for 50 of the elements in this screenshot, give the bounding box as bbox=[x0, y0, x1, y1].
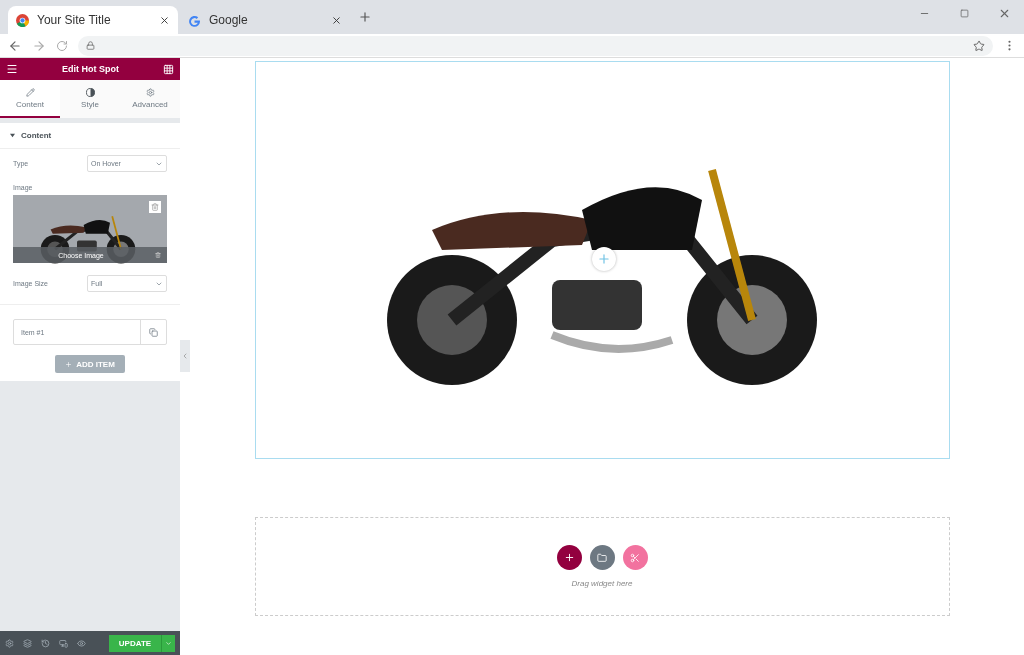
history-icon[interactable] bbox=[41, 638, 50, 648]
new-tab-icon[interactable] bbox=[358, 10, 372, 24]
section-header[interactable]: Content bbox=[0, 123, 180, 149]
menu-icon[interactable] bbox=[6, 63, 18, 75]
tab-title: Google bbox=[209, 13, 249, 27]
back-icon[interactable] bbox=[8, 38, 22, 53]
folder-icon bbox=[597, 552, 607, 563]
cut-button[interactable] bbox=[622, 545, 648, 570]
devices-icon[interactable] bbox=[59, 638, 68, 648]
template-button[interactable] bbox=[589, 545, 615, 570]
preview-icon[interactable] bbox=[77, 638, 86, 648]
g-logo-icon bbox=[188, 13, 201, 27]
panel-title: Edit Hot Spot bbox=[62, 64, 119, 74]
drop-hint: Drag widget here bbox=[571, 579, 633, 588]
collapse-handle[interactable] bbox=[180, 340, 190, 372]
add-section-button[interactable] bbox=[556, 545, 582, 570]
section-title: Content bbox=[21, 131, 52, 140]
maximize-icon bbox=[959, 8, 969, 18]
caret-icon bbox=[10, 133, 15, 138]
contrast-icon bbox=[85, 87, 95, 97]
close-icon[interactable] bbox=[331, 14, 342, 26]
browser-tab[interactable]: Your Site Title bbox=[8, 6, 178, 34]
plus-icon bbox=[563, 552, 575, 563]
settings-icon[interactable] bbox=[5, 638, 14, 648]
copy-icon bbox=[149, 327, 158, 337]
hotspot-button[interactable] bbox=[591, 247, 616, 271]
trash-icon bbox=[151, 203, 159, 211]
layers-icon[interactable] bbox=[23, 638, 32, 648]
plus-icon bbox=[596, 252, 611, 266]
panel-tab[interactable]: Advanced bbox=[120, 80, 180, 118]
caret-icon bbox=[165, 639, 172, 647]
plus-icon bbox=[65, 360, 73, 368]
browser-logo-icon bbox=[16, 13, 29, 27]
update-button[interactable]: UPDATE bbox=[109, 634, 161, 652]
lock-icon bbox=[86, 41, 95, 50]
scissors-icon bbox=[630, 552, 640, 563]
panel-tab[interactable]: Style bbox=[60, 80, 120, 118]
close-icon[interactable] bbox=[159, 14, 170, 26]
star-icon[interactable] bbox=[973, 39, 985, 52]
reload-icon[interactable] bbox=[56, 39, 68, 52]
pencil-icon bbox=[25, 87, 35, 97]
gear-icon bbox=[145, 87, 155, 97]
remove-image-button[interactable] bbox=[149, 201, 161, 213]
tab-title: Your Site Title bbox=[37, 13, 112, 27]
browser-tab[interactable]: Google bbox=[180, 6, 350, 34]
caret-button[interactable] bbox=[161, 634, 175, 652]
chevron-left-icon bbox=[181, 352, 189, 360]
trash-icon bbox=[155, 251, 161, 259]
grid-icon[interactable] bbox=[163, 63, 174, 75]
forward-icon[interactable] bbox=[32, 38, 46, 53]
